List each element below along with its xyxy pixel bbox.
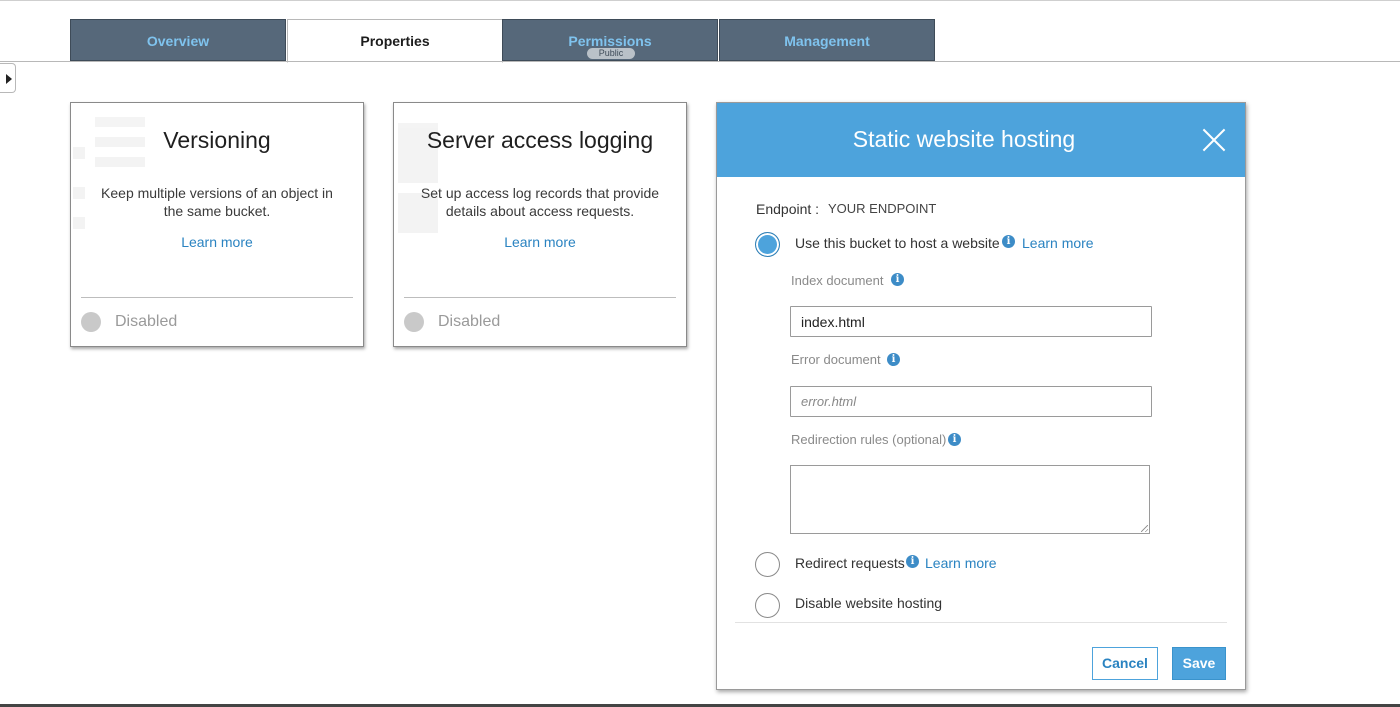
- tab-properties[interactable]: Properties: [287, 19, 503, 63]
- tab-bar: Overview Properties Permissions Public M…: [70, 19, 1400, 63]
- versioning-description: Keep multiple versions of an object in t…: [101, 185, 333, 219]
- tab-overview[interactable]: Overview: [70, 19, 286, 61]
- public-badge: Public: [587, 48, 635, 59]
- tab-overview-label: Overview: [146, 33, 210, 49]
- versioning-divider: [81, 297, 353, 298]
- logging-title: Server access logging: [426, 127, 654, 153]
- index-document-input[interactable]: index.html: [790, 306, 1152, 337]
- disable-hosting-radio[interactable]: [755, 593, 780, 618]
- index-document-label: Index document: [791, 273, 884, 288]
- tab-baseline: [0, 61, 1400, 62]
- index-document-info-icon[interactable]: i: [891, 273, 904, 286]
- tab-properties-label: Properties: [360, 33, 430, 49]
- logging-status: Disabled: [438, 313, 501, 330]
- host-website-learn-more-link[interactable]: Learn more: [1022, 235, 1094, 251]
- error-document-label: Error document: [791, 352, 881, 367]
- sidebar-expand-icon[interactable]: [0, 63, 16, 93]
- tab-management[interactable]: Management: [719, 19, 935, 61]
- redirection-rules-textarea[interactable]: [790, 465, 1150, 534]
- tab-permissions[interactable]: Permissions Public: [502, 19, 718, 61]
- tab-management-label: Management: [784, 33, 870, 49]
- save-button[interactable]: Save: [1172, 647, 1226, 680]
- tab-permissions-label: Permissions: [568, 33, 652, 49]
- host-website-info-icon[interactable]: i: [1002, 235, 1015, 248]
- host-website-radio[interactable]: [755, 232, 780, 257]
- endpoint-value: YOUR ENDPOINT: [828, 201, 937, 216]
- logging-status-dot-icon: [404, 312, 424, 332]
- versioning-learn-more-link[interactable]: Learn more: [71, 234, 363, 250]
- logging-description: Set up access log records that provide d…: [420, 185, 660, 219]
- logging-card[interactable]: Server access logging Set up access log …: [393, 102, 687, 347]
- error-document-info-icon[interactable]: i: [887, 353, 900, 366]
- redirection-rules-label: Redirection rules (optional): [791, 432, 947, 447]
- redirect-requests-info-icon[interactable]: i: [906, 555, 919, 568]
- logging-divider: [404, 297, 676, 298]
- close-icon[interactable]: [1201, 127, 1227, 153]
- error-document-input[interactable]: error.html: [790, 386, 1152, 417]
- frame-top-line: [0, 0, 1400, 1]
- panel-header: Static website hosting: [717, 103, 1245, 177]
- redirect-requests-radio[interactable]: [755, 552, 780, 577]
- cancel-button[interactable]: Cancel: [1092, 647, 1158, 680]
- redirect-requests-label[interactable]: Redirect requests: [795, 555, 905, 571]
- host-website-label[interactable]: Use this bucket to host a website: [795, 235, 1000, 251]
- versioning-status-dot-icon: [81, 312, 101, 332]
- logging-watermark-icon: [394, 103, 484, 243]
- versioning-title: Versioning: [163, 127, 271, 153]
- panel-footer-divider: [735, 622, 1227, 623]
- disable-hosting-label[interactable]: Disable website hosting: [795, 595, 942, 611]
- endpoint-label: Endpoint :: [756, 201, 820, 217]
- logging-learn-more-link[interactable]: Learn more: [394, 234, 686, 250]
- panel-title: Static website hosting: [852, 126, 1076, 152]
- redirection-rules-info-icon[interactable]: i: [948, 433, 961, 446]
- redirect-requests-learn-more-link[interactable]: Learn more: [925, 555, 997, 571]
- versioning-status: Disabled: [115, 313, 178, 330]
- static-website-hosting-panel: Static website hosting Endpoint : YOUR E…: [716, 102, 1246, 690]
- versioning-watermark-icon: [71, 103, 161, 243]
- versioning-card[interactable]: Versioning Keep multiple versions of an …: [70, 102, 364, 347]
